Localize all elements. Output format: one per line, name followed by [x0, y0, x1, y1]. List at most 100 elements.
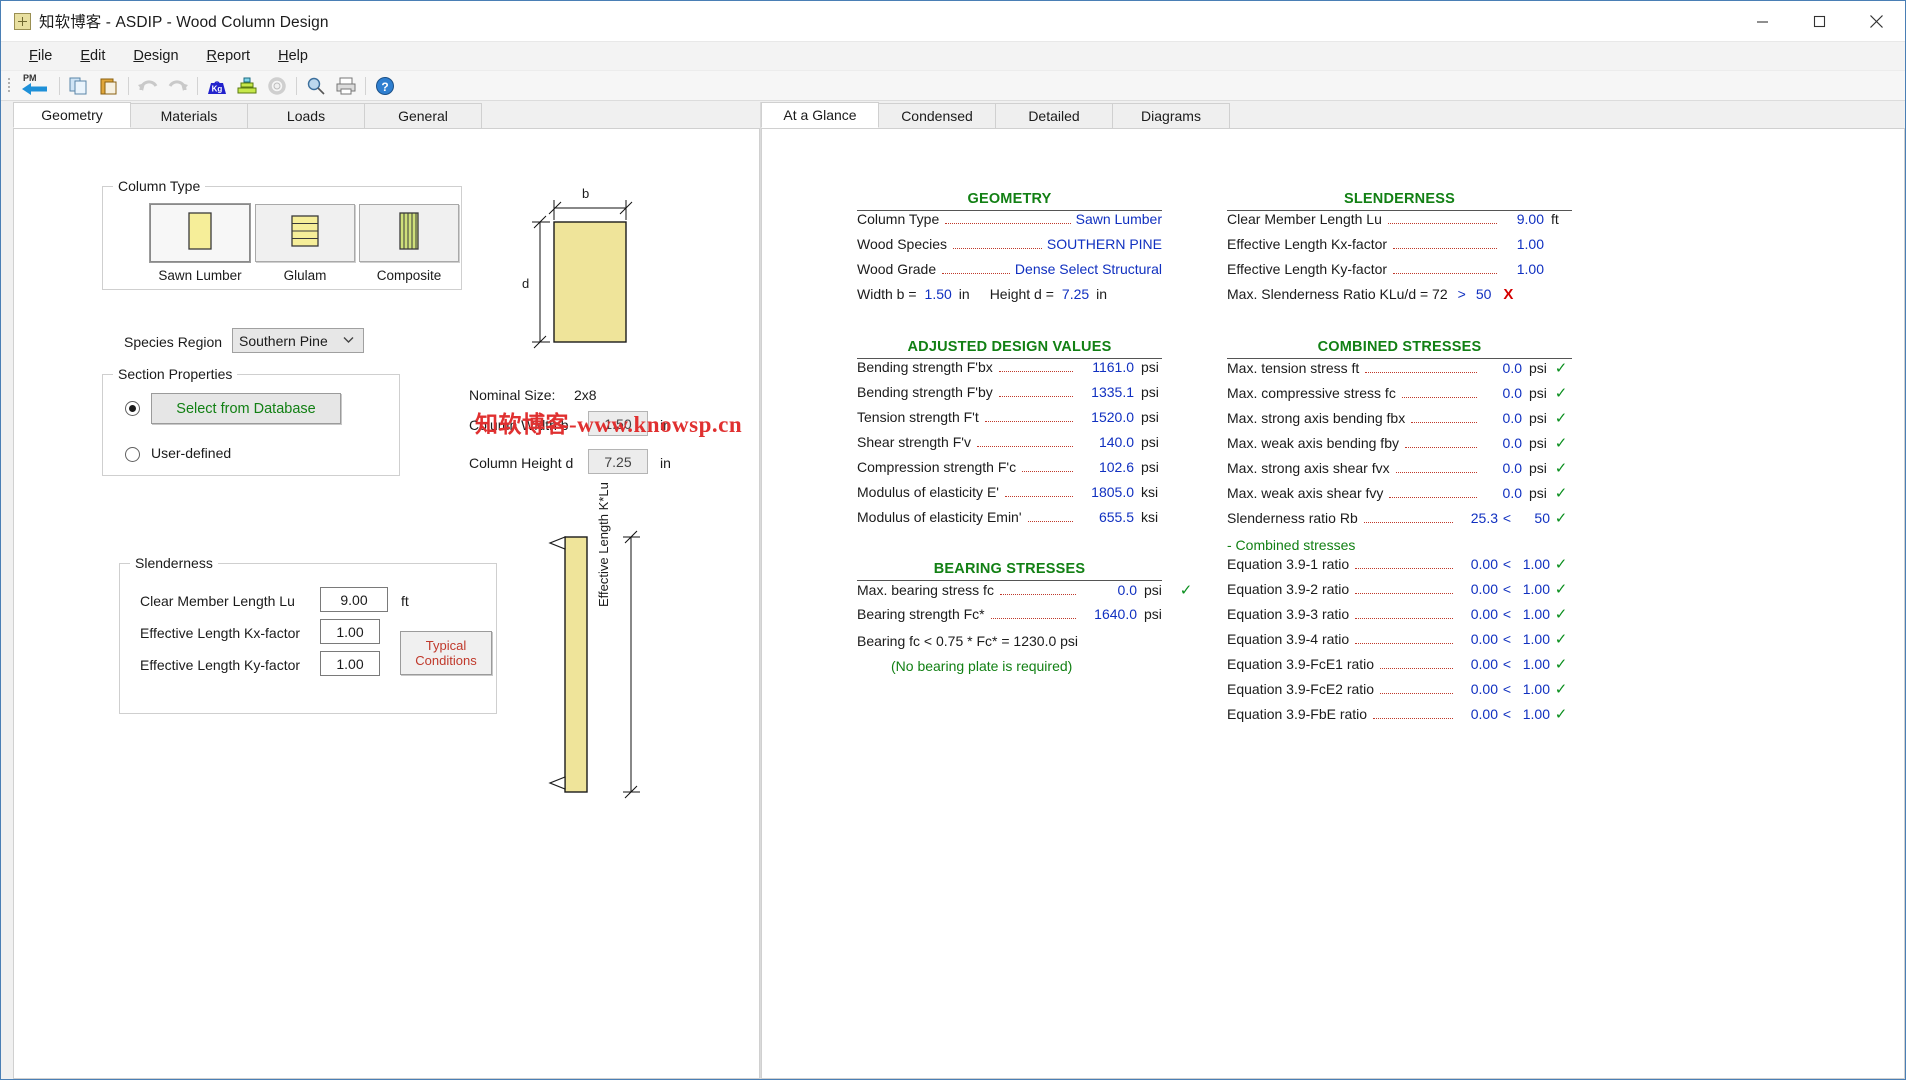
- column-height-value: 7.25: [604, 453, 632, 470]
- column-type-composite-button[interactable]: [359, 204, 459, 262]
- toolbar-grip[interactable]: [5, 76, 13, 96]
- row-label: Wood Species: [857, 236, 948, 252]
- row-unit: psi: [1529, 385, 1547, 401]
- combined-stresses-subheading: - Combined stresses: [1227, 537, 1356, 553]
- row-value: 1520.0: [1091, 409, 1134, 425]
- table-row: Equation 3.9-FcE2 ratio 0.00 < 1.00 ✓: [1227, 680, 1572, 705]
- row-limit: 1.00: [1522, 706, 1550, 722]
- typical-conditions-button[interactable]: Typical Conditions: [400, 631, 492, 675]
- print-icon[interactable]: [331, 73, 361, 99]
- menu-file[interactable]: File: [15, 46, 66, 66]
- column-type-glulam-button[interactable]: [255, 204, 355, 262]
- at-a-glance-panel: GEOMETRY Column Type Sawn Lumber Wood Sp…: [761, 128, 1905, 1079]
- radio-select-from-database[interactable]: [125, 401, 140, 417]
- menu-edit[interactable]: Edit: [66, 46, 119, 66]
- elevation-diagram-caption: Effective Length K*Lu: [596, 482, 611, 607]
- row-value: 1.00: [1516, 261, 1544, 277]
- copy-icon[interactable]: [64, 73, 94, 99]
- results-slenderness-section: SLENDERNESS Clear Member Length Lu 9.00 …: [1227, 191, 1572, 311]
- table-row: Max. weak axis bending fby 0.0 psi ✓: [1227, 434, 1572, 459]
- dot-leader: [976, 446, 1073, 447]
- ky-factor-input[interactable]: 1.00: [320, 651, 380, 676]
- row-comparator: <: [1502, 706, 1512, 722]
- radio-user-defined[interactable]: [125, 447, 140, 463]
- column-width-input[interactable]: 1.50: [588, 411, 648, 436]
- tab-geometry[interactable]: Geometry: [13, 102, 131, 128]
- table-row: Effective Length Kx-factor 1.00: [1227, 236, 1572, 261]
- row-value: 0.00: [1470, 631, 1498, 647]
- species-region-select[interactable]: Southern Pine: [232, 328, 364, 353]
- row-value: 102.6: [1098, 459, 1134, 475]
- menu-file-label: F: [29, 48, 38, 64]
- column-type-group: Column Type Sawn Lumber Glulam Composite: [102, 178, 462, 290]
- menu-report[interactable]: Report: [193, 46, 265, 66]
- row-label: Compression strength F'c: [857, 459, 1017, 475]
- minimize-icon[interactable]: [1734, 1, 1791, 42]
- row-label: Max. weak axis shear fvy: [1227, 485, 1384, 501]
- geometry-panel: Column Type Sawn Lumber Glulam Composite…: [13, 128, 760, 1079]
- design-stack-icon[interactable]: [232, 73, 262, 99]
- redo-icon[interactable]: [163, 73, 193, 99]
- column-height-unit: in: [660, 455, 671, 471]
- column-type-sawn-lumber-button[interactable]: [149, 203, 251, 263]
- main-area: Geometry Materials Loads General Column …: [1, 102, 1905, 1079]
- table-row: Bearing strength Fc* 1640.0 psi: [857, 606, 1197, 631]
- help-icon[interactable]: ?: [370, 73, 400, 99]
- dot-leader: [999, 594, 1076, 595]
- tab-general-label: General: [398, 108, 448, 124]
- dot-leader: [1401, 397, 1477, 398]
- status-check-icon: ✓: [1554, 656, 1568, 673]
- close-icon[interactable]: [1848, 1, 1905, 42]
- dot-leader: [998, 371, 1073, 372]
- zoom-search-icon[interactable]: [301, 73, 331, 99]
- status-check-icon: ✓: [1554, 435, 1568, 452]
- results-geometry-section: GEOMETRY Column Type Sawn Lumber Wood Sp…: [857, 191, 1162, 310]
- toolbar: PM Kg ?: [1, 71, 1905, 101]
- row-value: Dense Select Structural: [1014, 261, 1162, 277]
- loads-kg-icon[interactable]: Kg: [202, 73, 232, 99]
- app-icon: [14, 12, 31, 30]
- tab-condensed[interactable]: Condensed: [878, 103, 996, 128]
- tab-general[interactable]: General: [364, 103, 482, 128]
- row-label: Column Type: [857, 211, 940, 227]
- clear-member-length-input[interactable]: 9.00: [320, 587, 388, 612]
- row-label: Shear strength F'v: [857, 434, 971, 450]
- status-check-icon: ✓: [1554, 385, 1568, 402]
- tab-materials[interactable]: Materials: [130, 103, 248, 128]
- undo-icon[interactable]: [133, 73, 163, 99]
- row-label: Max. weak axis bending fby: [1227, 435, 1399, 451]
- row-value: 25.3: [1470, 510, 1498, 526]
- select-from-database-button[interactable]: Select from Database: [151, 393, 341, 424]
- slenderness-ratio-comparator: >: [1457, 286, 1466, 302]
- row-value: 1335.1: [1091, 384, 1134, 400]
- menu-help[interactable]: Help: [264, 46, 322, 66]
- results-tabstrip: At a Glance Condensed Detailed Diagrams: [761, 102, 1905, 128]
- tab-at-a-glance[interactable]: At a Glance: [761, 102, 879, 128]
- menu-design[interactable]: Design: [119, 46, 192, 66]
- bearing-note-green: (No bearing plate is required): [891, 658, 1073, 674]
- row-comparator: <: [1502, 656, 1512, 672]
- tab-loads[interactable]: Loads: [247, 103, 365, 128]
- paste-icon[interactable]: [94, 73, 124, 99]
- status-check-icon: ✓: [1554, 360, 1568, 377]
- row-comparator: <: [1502, 556, 1512, 572]
- maximize-icon[interactable]: [1791, 1, 1848, 42]
- tab-detailed[interactable]: Detailed: [995, 103, 1113, 128]
- toolbar-separator: [59, 76, 60, 95]
- row-unit: ft: [1551, 211, 1559, 227]
- column-height-input[interactable]: 7.25: [588, 449, 648, 474]
- back-pm-icon[interactable]: PM: [15, 73, 55, 99]
- row-unit: psi: [1141, 359, 1159, 375]
- dot-leader: [1411, 422, 1477, 423]
- dot-leader: [945, 223, 1071, 224]
- settings-gear-icon[interactable]: [262, 73, 292, 99]
- row-value: 140.0: [1098, 434, 1134, 450]
- table-row: Modulus of elasticity Emin' 655.5 ksi: [857, 509, 1162, 534]
- tab-diagrams[interactable]: Diagrams: [1112, 103, 1230, 128]
- species-region-value: Southern Pine: [239, 332, 328, 349]
- dot-leader: [1389, 497, 1477, 498]
- row-value: 655.5: [1098, 509, 1134, 525]
- kx-factor-input[interactable]: 1.00: [320, 619, 380, 644]
- table-row: Wood Grade Dense Select Structural: [857, 261, 1162, 286]
- dot-leader: [953, 248, 1042, 249]
